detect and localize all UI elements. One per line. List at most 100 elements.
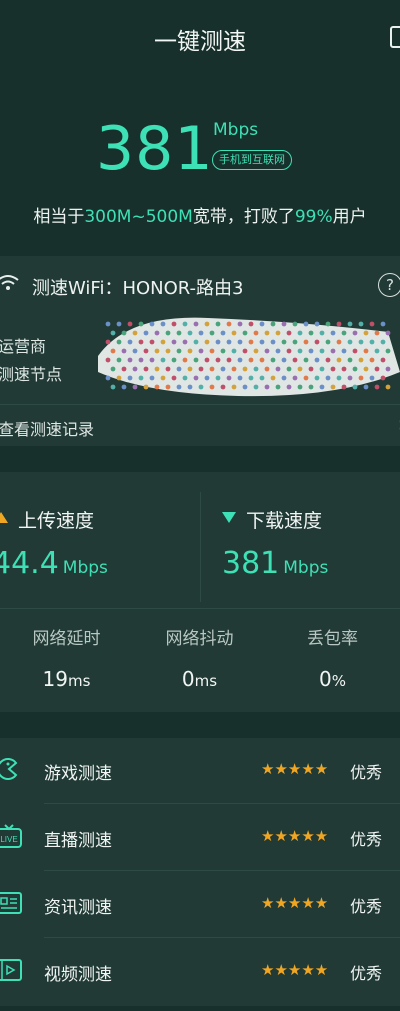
- redaction-dot: [253, 366, 259, 372]
- upload-arrow-icon: [0, 512, 8, 523]
- redaction-dot: [297, 366, 303, 372]
- jitter-label: 网络抖动: [165, 629, 234, 649]
- redaction-dot: [248, 321, 254, 327]
- redaction-dot: [165, 348, 171, 354]
- redaction-dot: [275, 330, 281, 336]
- redaction-dot: [160, 321, 166, 327]
- redaction-dot: [347, 357, 353, 363]
- redaction-dot: [308, 384, 314, 390]
- redaction-dot: [347, 339, 353, 345]
- redaction-dot: [165, 330, 171, 336]
- redaction-dot: [182, 357, 188, 363]
- wifi-icon: [0, 275, 19, 290]
- redaction-dot: [231, 348, 237, 354]
- redaction-dot: [171, 375, 177, 381]
- redaction-dot: [143, 348, 149, 354]
- game-test-label: 游戏测速: [44, 764, 112, 784]
- redaction-dot: [110, 348, 116, 354]
- upload-label: 上传速度: [18, 510, 95, 532]
- redaction-dot: [319, 330, 325, 336]
- redaction-dot: [176, 330, 182, 336]
- redaction-dot: [270, 375, 276, 381]
- redaction-dot: [138, 357, 144, 363]
- redaction-dot: [374, 384, 380, 390]
- redaction-dot: [132, 330, 138, 336]
- news-stars: ★★★★★: [261, 894, 329, 912]
- news-rating: 优秀: [350, 897, 383, 916]
- vertical-divider: [200, 492, 201, 602]
- redaction-dot: [121, 330, 127, 336]
- speed-summary: 相当于300M~500M宽带，打败了99%用户: [0, 202, 400, 227]
- list-item-news[interactable]: 资讯测速 ★★★★★ 优秀: [0, 872, 400, 938]
- redaction-dot: [319, 366, 325, 372]
- redaction-dot: [292, 357, 298, 363]
- redaction-dot: [132, 366, 138, 372]
- redaction-dot: [209, 366, 215, 372]
- row-divider: [44, 937, 400, 938]
- redaction-dot: [193, 339, 199, 345]
- upload-unit: Mbps: [62, 558, 108, 578]
- share-icon[interactable]: [390, 26, 400, 48]
- redaction-dot: [127, 375, 133, 381]
- packet-loss-number: 0: [319, 667, 332, 691]
- redaction-dot: [204, 339, 210, 345]
- page-title: 一键测速: [154, 29, 246, 55]
- redaction-dot: [226, 339, 232, 345]
- latency-metric: 网络延时 19ms: [0, 624, 133, 691]
- redaction-dot: [358, 375, 364, 381]
- redaction-dot: [303, 339, 309, 345]
- redaction-dot: [336, 375, 342, 381]
- redaction-dot: [127, 357, 133, 363]
- redaction-dot: [127, 339, 133, 345]
- jitter-metric: 网络抖动 0ms: [133, 624, 266, 691]
- redaction-dot: [264, 366, 270, 372]
- redaction-dot: [314, 357, 320, 363]
- redaction-dot: [220, 330, 226, 336]
- help-icon[interactable]: ?: [378, 273, 400, 297]
- video-test-label: 视频测速: [44, 965, 112, 985]
- scenario-tests-card: 游戏测速 ★★★★★ 优秀 LIVE 直播测速 ★★★★★ 优秀 资讯测速 ★★…: [0, 738, 400, 1006]
- redaction-dot: [237, 321, 243, 327]
- list-item-game[interactable]: 游戏测速 ★★★★★ 优秀: [0, 738, 400, 804]
- redaction-dot: [154, 366, 160, 372]
- records-link[interactable]: 查看测速记录: [0, 416, 94, 440]
- scope-badge: 手机到互联网: [212, 150, 292, 170]
- redaction-dot: [198, 330, 204, 336]
- download-arrow-icon: [222, 512, 236, 523]
- horizontal-divider: [0, 608, 400, 609]
- redaction-dot: [215, 357, 221, 363]
- redaction-dot: [286, 330, 292, 336]
- redaction-dot: [297, 384, 303, 390]
- redaction-dot: [176, 366, 182, 372]
- redaction-dot: [154, 330, 160, 336]
- redaction-dot: [380, 339, 386, 345]
- redaction-dot: [171, 321, 177, 327]
- redaction-dot: [352, 384, 358, 390]
- redaction-dot: [143, 330, 149, 336]
- redaction-dot: [319, 384, 325, 390]
- speed-unit: Mbps: [213, 120, 259, 140]
- redaction-dot: [385, 330, 391, 336]
- redaction-dot: [138, 321, 144, 327]
- redaction-dot: [182, 321, 188, 327]
- redaction-dot: [325, 357, 331, 363]
- redaction-dot: [270, 357, 276, 363]
- redaction-dot: [325, 375, 331, 381]
- download-number: 381: [222, 546, 280, 581]
- redaction-dot: [182, 339, 188, 345]
- redaction-dot: [363, 366, 369, 372]
- redaction-dot: [286, 384, 292, 390]
- redaction-dot: [237, 339, 243, 345]
- redaction-dot: [336, 321, 342, 327]
- redaction-dot: [248, 357, 254, 363]
- redaction-dot: [330, 366, 336, 372]
- upload-number: 44.4: [0, 546, 59, 581]
- redaction-dot: [281, 357, 287, 363]
- redaction-dot: [281, 375, 287, 381]
- packet-loss-unit: %: [331, 672, 346, 690]
- list-item-video[interactable]: 视频测速 ★★★★★ 优秀: [0, 939, 400, 1005]
- redaction-dot: [198, 366, 204, 372]
- redaction-dot: [308, 366, 314, 372]
- redaction-dot: [347, 321, 353, 327]
- list-item-live[interactable]: LIVE 直播测速 ★★★★★ 优秀: [0, 805, 400, 871]
